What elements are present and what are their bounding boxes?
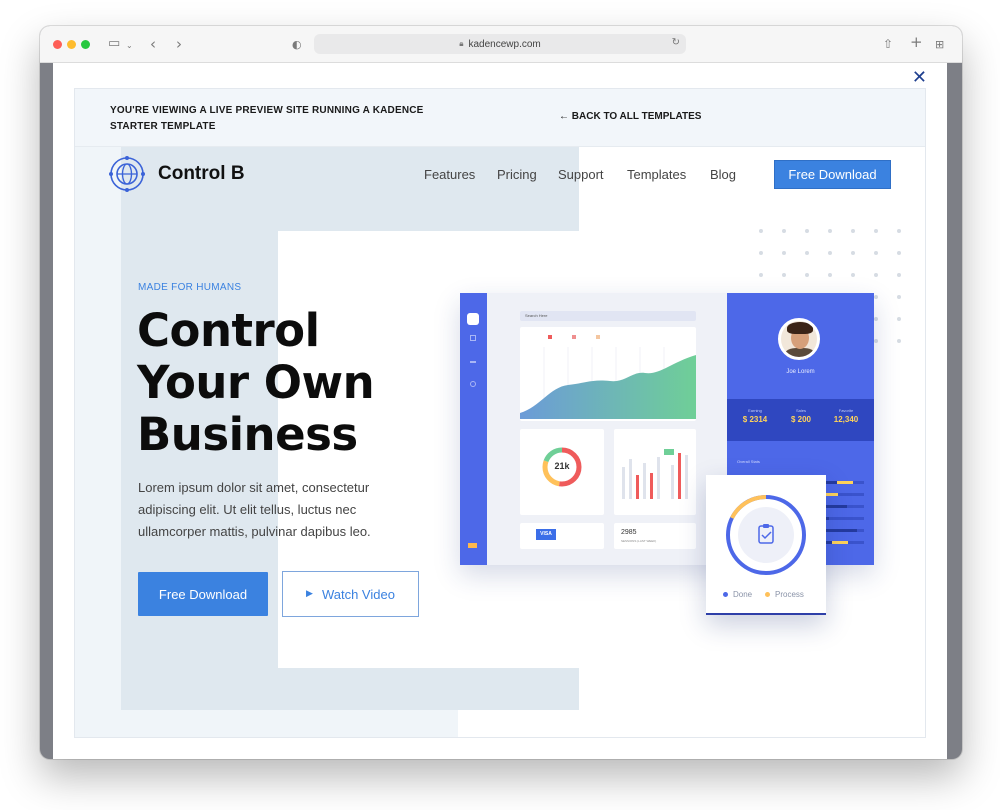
sessions-value: 2985 bbox=[621, 529, 637, 536]
grid-dot bbox=[851, 273, 855, 277]
watch-video-button[interactable]: ▶ Watch Video bbox=[282, 571, 419, 617]
grid-dot bbox=[828, 229, 832, 233]
dashboard-card-icon bbox=[468, 543, 477, 548]
grid-dot bbox=[782, 251, 786, 255]
dashboard-filter-icon bbox=[470, 335, 476, 341]
close-icon[interactable]: ✕ bbox=[912, 67, 927, 88]
grid-dot bbox=[874, 295, 878, 299]
overall-stats-label: Overall Stats bbox=[737, 459, 760, 464]
minimize-window-button[interactable] bbox=[67, 40, 76, 49]
dashboard-main: Search Here 21k VISA 2985 SESSIONS (LAST… bbox=[487, 293, 727, 565]
grid-dot bbox=[897, 251, 901, 255]
progress-ring bbox=[726, 495, 806, 575]
nav-support[interactable]: Support bbox=[558, 167, 604, 182]
profile-stats: Earning $ 2314 Sales $ 200 Favorite 12,3… bbox=[727, 399, 874, 441]
stat-sales: Sales $ 200 bbox=[790, 408, 812, 424]
forward-icon[interactable]: › bbox=[176, 35, 182, 53]
grid-dot bbox=[874, 273, 878, 277]
grid-dot bbox=[874, 251, 878, 255]
address-bar[interactable]: 🔒︎ kadencewp.com ↻ bbox=[314, 34, 686, 54]
grid-dot bbox=[851, 251, 855, 255]
avatar bbox=[778, 318, 820, 360]
dashboard-sidebar bbox=[460, 293, 487, 565]
progress-ring-card: Done Process bbox=[706, 475, 826, 615]
play-icon: ▶ bbox=[306, 589, 313, 599]
grid-dot bbox=[805, 273, 809, 277]
preview-banner: YOU'RE VIEWING A LIVE PREVIEW SITE RUNNI… bbox=[75, 89, 925, 147]
reload-icon[interactable]: ↻ bbox=[672, 37, 680, 48]
nav-features[interactable]: Features bbox=[424, 167, 475, 182]
stat-favorite: Favorite 12,340 bbox=[833, 408, 859, 424]
grid-dot bbox=[805, 229, 809, 233]
tab-overview-icon[interactable]: ⊞ bbox=[935, 36, 944, 54]
browser-toolbar: ▭ ⌄ ‹ › ◐ 🔒︎ kadencewp.com ↻ ⇧ + ⊞ bbox=[40, 26, 962, 63]
donut-value: 21k bbox=[554, 461, 570, 471]
card-panel: VISA bbox=[520, 523, 604, 549]
hero-description: Lorem ipsum dolor sit amet, consectetur … bbox=[138, 480, 371, 539]
stat-earning: Earning $ 2314 bbox=[742, 408, 768, 424]
close-window-button[interactable] bbox=[53, 40, 62, 49]
grid-dot bbox=[897, 229, 901, 233]
donut-chart bbox=[542, 447, 582, 487]
area-chart bbox=[520, 335, 696, 419]
bar-chart-panel bbox=[614, 429, 696, 515]
grid-dot bbox=[759, 229, 763, 233]
nav-templates[interactable]: Templates bbox=[627, 167, 686, 182]
dashboard-home-icon bbox=[467, 313, 479, 325]
preview-frame: YOU'RE VIEWING A LIVE PREVIEW SITE RUNNI… bbox=[74, 88, 926, 738]
visa-card-icon: VISA bbox=[536, 529, 556, 540]
nav-pricing[interactable]: Pricing bbox=[497, 167, 537, 182]
grid-dot bbox=[874, 339, 878, 343]
area-chart-panel bbox=[520, 327, 696, 421]
dashboard-search: Search Here bbox=[520, 311, 696, 321]
dashboard-settings-icon bbox=[470, 381, 476, 387]
hero-kicker: MADE FOR HUMANS bbox=[138, 282, 242, 293]
dashboard-chart-icon bbox=[470, 357, 476, 363]
grid-dot bbox=[897, 317, 901, 321]
back-to-templates-link[interactable]: ← BACK TO ALL TEMPLATES bbox=[559, 111, 701, 122]
grid-dot bbox=[828, 251, 832, 255]
watch-video-label: Watch Video bbox=[321, 586, 395, 602]
grid-dot bbox=[897, 273, 901, 277]
new-tab-icon[interactable]: + bbox=[910, 33, 923, 51]
grid-dot bbox=[782, 273, 786, 277]
shield-icon[interactable]: ◐ bbox=[292, 36, 302, 54]
grid-dot bbox=[782, 229, 786, 233]
grid-dot bbox=[897, 339, 901, 343]
legend-process: Process bbox=[765, 590, 804, 599]
hero-free-download-button[interactable]: Free Download bbox=[138, 572, 268, 616]
legend-done: Done bbox=[723, 590, 752, 599]
sessions-label: SESSIONS (LAST WEEK) bbox=[621, 539, 657, 543]
grid-dot bbox=[805, 251, 809, 255]
grid-dot bbox=[897, 295, 901, 299]
grid-dot bbox=[874, 229, 878, 233]
globe-logo-icon[interactable] bbox=[109, 156, 145, 192]
share-icon[interactable]: ⇧ bbox=[883, 35, 893, 53]
preview-notice: YOU'RE VIEWING A LIVE PREVIEW SITE RUNNI… bbox=[110, 105, 424, 132]
sidebar-icon[interactable]: ▭ bbox=[108, 35, 120, 53]
back-icon[interactable]: ‹ bbox=[150, 35, 156, 53]
grid-dot bbox=[874, 317, 878, 321]
grid-dot bbox=[759, 251, 763, 255]
lock-icon: 🔒︎ bbox=[459, 39, 464, 48]
brand-name[interactable]: Control B bbox=[158, 163, 245, 185]
browser-window: ▭ ⌄ ‹ › ◐ 🔒︎ kadencewp.com ↻ ⇧ + ⊞ ✕ YOU… bbox=[40, 26, 962, 759]
grid-dot bbox=[828, 273, 832, 277]
grid-dot bbox=[851, 229, 855, 233]
sessions-panel: 2985 SESSIONS (LAST WEEK) bbox=[614, 523, 696, 549]
donut-chart-panel: 21k bbox=[520, 429, 604, 515]
chevron-down-icon[interactable]: ⌄ bbox=[126, 37, 133, 55]
profile-name: Joe Lorem bbox=[786, 369, 815, 375]
nav-free-download-button[interactable]: Free Download bbox=[774, 160, 891, 189]
url-text: kadencewp.com bbox=[468, 38, 541, 50]
nav-blog[interactable]: Blog bbox=[710, 167, 736, 182]
grid-dot bbox=[759, 273, 763, 277]
zoom-window-button[interactable] bbox=[81, 40, 90, 49]
hero-headline: Control Your Own Business bbox=[137, 304, 375, 461]
site-hero: Control B Features Pricing Support Templ… bbox=[75, 147, 925, 737]
bar-chart bbox=[622, 449, 688, 499]
preview-modal: ✕ YOU'RE VIEWING A LIVE PREVIEW SITE RUN… bbox=[53, 63, 947, 759]
